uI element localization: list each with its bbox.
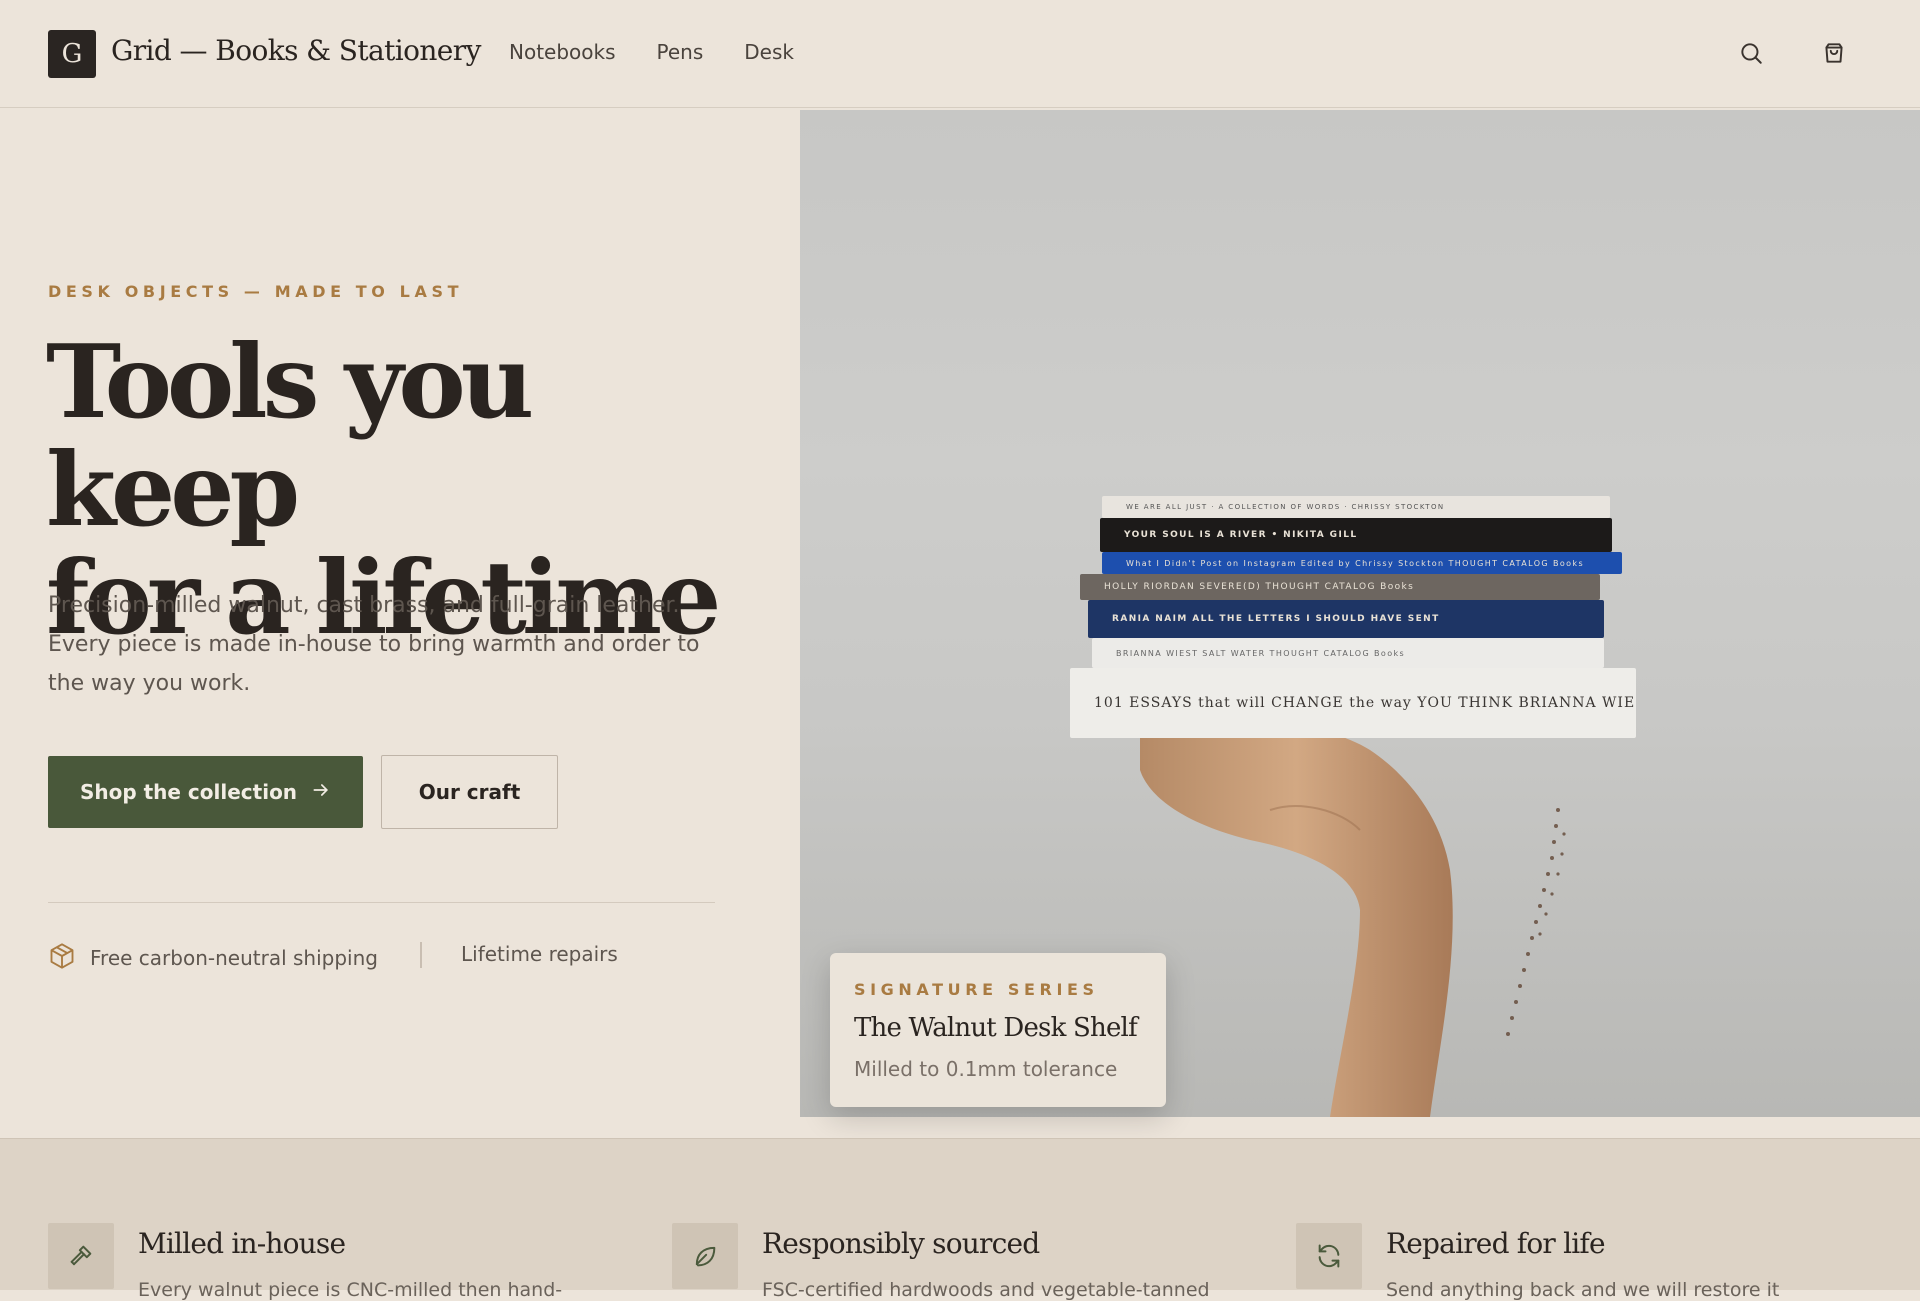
features-strip: Milled in-house Every walnut piece is CN…	[0, 1138, 1920, 1301]
book-spine: RANIA NAIM ALL THE LETTERS I SHOULD HAVE…	[1088, 600, 1604, 638]
nav-link-notebooks[interactable]: Notebooks	[509, 40, 616, 64]
perk-repairs: Lifetime repairs	[461, 942, 618, 966]
nav-link-desk[interactable]: Desk	[744, 40, 794, 64]
our-craft-button[interactable]: Our craft	[381, 755, 558, 829]
shop-collection-button[interactable]: Shop the collection	[48, 756, 363, 828]
book-spine: What I Didn't Post on Instagram Edited b…	[1102, 552, 1622, 574]
hero-eyebrow: DESK OBJECTS — MADE TO LAST	[48, 282, 464, 301]
hero-subtext: Precision-milled walnut, cast brass, and…	[48, 593, 700, 696]
nav-link-pens[interactable]: Pens	[657, 40, 704, 64]
feature-title: Milled in-house	[138, 1227, 346, 1260]
feature-title: Responsibly sourced	[762, 1227, 1040, 1260]
perk-shipping-label: Free carbon-neutral shipping	[90, 946, 378, 970]
perk-shipping: Free carbon-neutral shipping	[48, 942, 378, 975]
feature-title: Repaired for life	[1386, 1227, 1606, 1260]
search-icon[interactable]	[1736, 38, 1766, 68]
feature-body: FSC-certified hardwoods and vegetable-ta…	[762, 1279, 1210, 1301]
brand-name[interactable]: Grid — Books & Stationery	[111, 34, 481, 67]
logo-mark[interactable]: G	[48, 30, 96, 78]
perk-separator	[420, 942, 422, 968]
main-nav: Notebooks Pens Desk	[509, 40, 794, 64]
product-card-subtitle: Milled to 0.1mm tolerance	[854, 1057, 1118, 1081]
book-spine: 101 ESSAYS that will CHANGE the way YOU …	[1070, 668, 1636, 738]
feature-body: Every walnut piece is CNC-milled then ha…	[138, 1279, 563, 1301]
book-spine: HOLLY RIORDAN SEVERE(D) THOUGHT CATALOG …	[1080, 574, 1600, 600]
product-card[interactable]: SIGNATURE SERIES The Walnut Desk Shelf M…	[830, 953, 1166, 1107]
arrow-right-icon	[311, 780, 331, 805]
hero-divider	[48, 902, 715, 903]
product-card-title: The Walnut Desk Shelf	[854, 1013, 1138, 1043]
leaf-icon	[672, 1223, 738, 1289]
refresh-icon	[1296, 1223, 1362, 1289]
package-icon	[48, 942, 76, 975]
product-card-eyebrow: SIGNATURE SERIES	[854, 980, 1099, 999]
cart-icon[interactable]	[1819, 38, 1849, 68]
feature-body: Send anything back and we will restore i…	[1386, 1279, 1780, 1301]
shop-collection-label: Shop the collection	[79, 780, 298, 804]
book-spine: WE ARE ALL JUST · A COLLECTION OF WORDS …	[1102, 496, 1610, 518]
hammer-icon	[48, 1223, 114, 1289]
book-spine: BRIANNA WIEST SALT WATER THOUGHT CATALOG…	[1092, 638, 1604, 668]
book-spine: YOUR SOUL IS A RIVER • NIKITA GILL	[1100, 518, 1612, 552]
site-header: G Grid — Books & Stationery Notebooks Pe…	[0, 0, 1920, 108]
hero-headline-line1: Tools you keep	[46, 322, 534, 549]
